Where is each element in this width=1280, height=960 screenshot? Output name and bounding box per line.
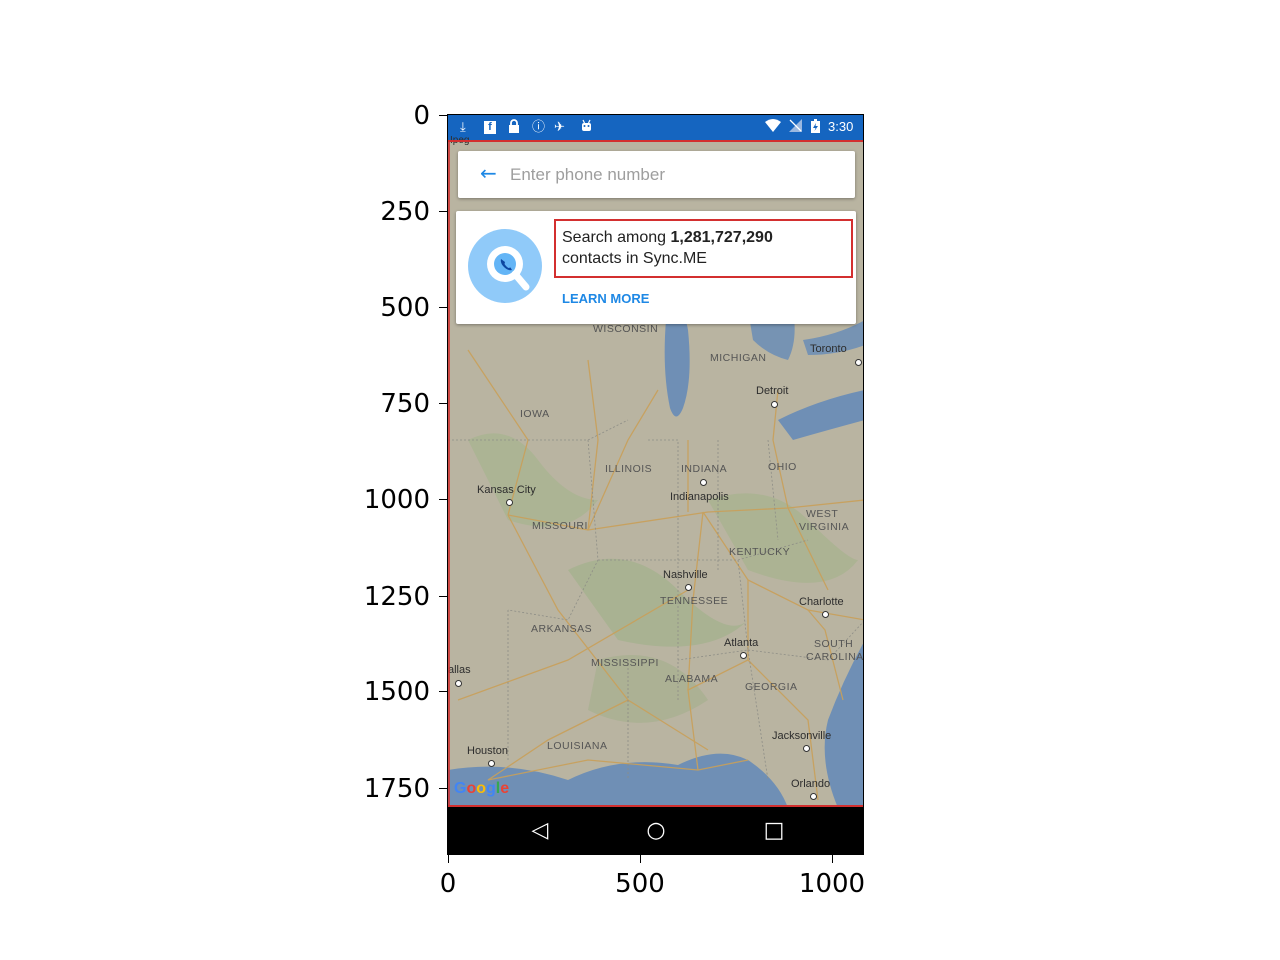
y-tick-label: 1000 — [363, 485, 430, 515]
bounds-line-left — [448, 140, 450, 807]
promo-card: Search among 1,281,727,290 contacts in S… — [456, 211, 856, 324]
y-tick-label: 250 — [380, 197, 430, 227]
map-label: Charlotte — [799, 596, 844, 608]
map-label: allas — [448, 664, 471, 676]
no-signal-icon — [789, 119, 802, 136]
map-label: CAROLINA — [806, 651, 864, 663]
map-label: ARKANSAS — [531, 623, 593, 635]
map-label: VIRGINIA — [799, 521, 850, 533]
phone-screen: ⤓ f ⓘ ✈ 3:30 WISCONSIN MICHIGAN Toronto … — [447, 114, 864, 855]
google-logo: Google — [454, 780, 510, 797]
status-time: 3:30 — [828, 119, 854, 134]
map-label: ALABAMA — [665, 673, 719, 685]
map-label: Jacksonville — [772, 730, 832, 742]
map-label: Atlanta — [724, 637, 759, 649]
map-label: KENTUCKY — [729, 546, 791, 558]
x-tick-label: 500 — [615, 869, 665, 899]
map-label: Detroit — [756, 385, 789, 397]
map-label: Toronto — [810, 343, 847, 355]
map-label: Houston — [467, 745, 508, 757]
map-label: WISCONSIN — [593, 323, 659, 335]
bounds-line-top — [448, 140, 863, 142]
map-label: MISSOURI — [532, 520, 588, 532]
map-label: GEORGIA — [745, 681, 798, 693]
contacts-count: 1,281,727,290 — [670, 229, 773, 246]
learn-more-link[interactable]: LEARN MORE — [562, 291, 649, 306]
promo-text: Search among 1,281,727,290 contacts in S… — [562, 227, 852, 269]
map-label: Nashville — [663, 569, 708, 581]
download-icon: ⤓ — [460, 119, 466, 134]
map-label: ILLINOIS — [605, 463, 653, 475]
battery-icon — [811, 119, 820, 137]
map-label: MISSISSIPPI — [591, 657, 659, 669]
sync-me-search-icon — [468, 229, 542, 303]
nav-home-icon[interactable]: ○ — [641, 817, 671, 845]
satellite-icon: ✈ — [554, 119, 565, 134]
back-arrow-icon[interactable]: ← — [480, 162, 497, 184]
android-icon — [580, 119, 593, 136]
x-tick-label: 1000 — [798, 869, 866, 899]
search-card: ← — [458, 151, 855, 198]
map-label: MICHIGAN — [710, 352, 767, 364]
map-label: IOWA — [520, 408, 550, 420]
map-label: Orlando — [791, 778, 831, 790]
promo-text-suffix: contacts in Sync.ME — [562, 250, 707, 267]
nav-recents-icon[interactable]: □ — [759, 817, 789, 845]
facebook-icon: f — [484, 121, 496, 134]
map-label: SOUTH — [814, 638, 854, 650]
x-tick-label: 0 — [439, 869, 457, 899]
y-tick-label: 1500 — [363, 677, 430, 707]
status-bar: ⤓ f ⓘ ✈ 3:30 — [448, 115, 863, 140]
info-icon: ⓘ — [532, 119, 546, 134]
phone-number-input[interactable] — [508, 161, 842, 189]
y-tick-label: 750 — [380, 389, 430, 419]
y-tick-label: 500 — [380, 293, 430, 323]
lock-icon — [508, 119, 520, 137]
map-label: TENNESSEE — [660, 595, 729, 607]
map-label: OHIO — [768, 461, 797, 473]
promo-text-prefix: Search among — [562, 229, 671, 246]
navigation-bar: ◁ ○ □ — [448, 807, 863, 854]
nav-back-icon[interactable]: ◁ — [525, 817, 555, 845]
map-label: INDIANA — [681, 463, 728, 475]
map-label: Kansas City — [477, 484, 536, 496]
map-label: WEST — [806, 508, 839, 520]
y-tick-label: 1750 — [363, 774, 430, 804]
y-tick-label: 1250 — [363, 582, 430, 612]
y-tick-label: 0 — [413, 101, 430, 131]
map-label: LOUISIANA — [547, 740, 608, 752]
wifi-icon — [765, 119, 781, 136]
map-label: Indianapolis — [670, 491, 729, 503]
